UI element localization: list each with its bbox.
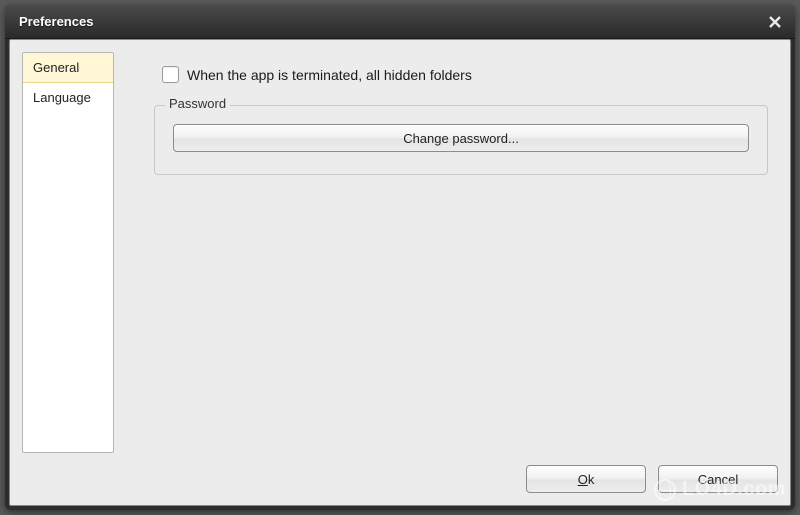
titlebar[interactable]: Preferences — [5, 5, 795, 39]
sidebar-item-language[interactable]: Language — [23, 83, 113, 113]
terminate-checkbox-label: When the app is terminated, all hidden f… — [187, 67, 472, 83]
sidebar: General Language — [22, 52, 114, 453]
cancel-button[interactable]: Cancel — [658, 465, 778, 493]
password-group-label: Password — [165, 96, 230, 111]
password-group: Password Change password... — [154, 105, 768, 175]
ok-underline: O — [578, 472, 588, 487]
ok-rest: k — [588, 472, 595, 487]
sidebar-item-label: Language — [33, 90, 91, 105]
change-password-button[interactable]: Change password... — [173, 124, 749, 152]
general-panel: When the app is terminated, all hidden f… — [126, 52, 778, 453]
sidebar-item-general[interactable]: General — [23, 53, 113, 83]
dialog-footer: Ok Cancel — [22, 453, 778, 493]
close-icon — [768, 15, 782, 29]
close-button[interactable] — [765, 12, 785, 32]
window-title: Preferences — [19, 14, 765, 29]
main-area: General Language When the app is termina… — [22, 52, 778, 453]
sidebar-item-label: General — [33, 60, 79, 75]
preferences-window: Preferences General Language When the ap… — [5, 5, 795, 510]
ok-button[interactable]: Ok — [526, 465, 646, 493]
terminate-option-row: When the app is terminated, all hidden f… — [126, 66, 778, 83]
content-frame: General Language When the app is termina… — [9, 39, 791, 506]
terminate-checkbox[interactable] — [162, 66, 179, 83]
